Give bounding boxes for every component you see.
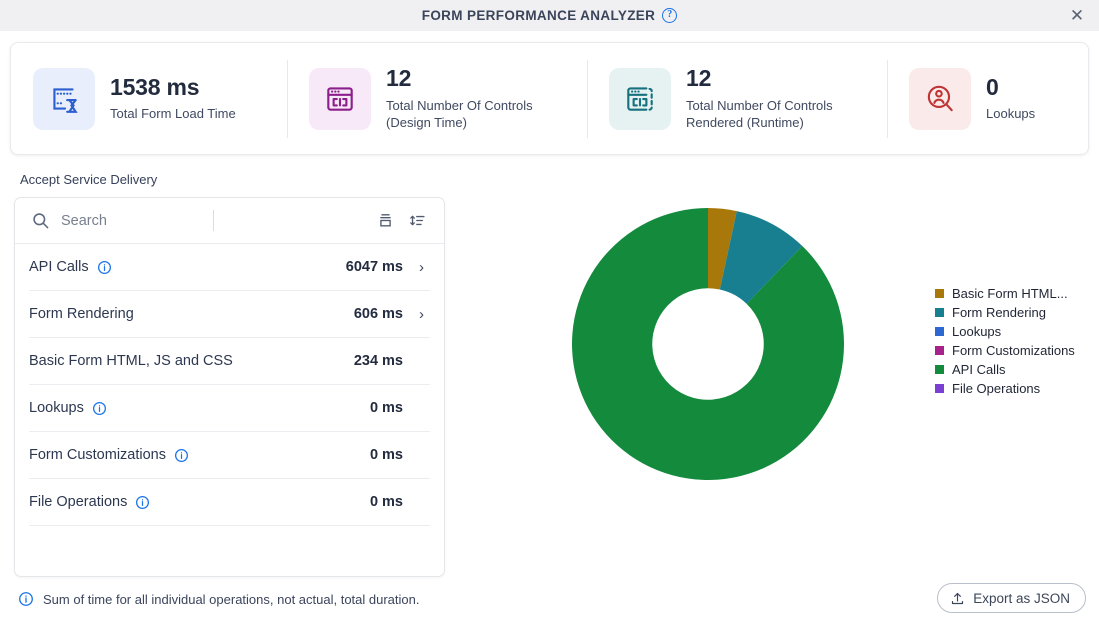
- stat-label: Lookups: [986, 106, 1036, 122]
- controls-runtime-icon-container: [609, 67, 671, 130]
- stat-total-controls-runtime: 12 Total Number Of Controls Rendered (Ru…: [587, 59, 887, 138]
- info-icon[interactable]: [135, 495, 150, 510]
- legend-item[interactable]: Form Rendering: [935, 304, 1075, 321]
- stat-text: 12 Total Number Of Controls Rendered (Ru…: [686, 64, 858, 131]
- window-titlebar: FORM PERFORMANCE ANALYZER ? ✕: [0, 0, 1099, 31]
- stat-value: 1538 ms: [110, 73, 200, 100]
- row-value: 606 ms: [353, 306, 403, 322]
- legend-swatch: [935, 289, 944, 298]
- export-as-json-button[interactable]: Export as JSON: [937, 583, 1086, 613]
- legend-swatch: [935, 365, 944, 374]
- chart-legend: Basic Form HTML... Form Rendering Lookups F…: [935, 285, 1075, 397]
- info-icon: [19, 592, 33, 606]
- table-row[interactable]: Form Rendering 606 ms ›: [29, 291, 430, 338]
- row-value: 6047 ms: [345, 259, 403, 275]
- export-button-label: Export as JSON: [973, 590, 1070, 606]
- form-performance-analyzer-window: FORM PERFORMANCE ANALYZER ? ✕ 1538 ms To…: [0, 0, 1099, 629]
- sort-icon[interactable]: [404, 208, 430, 234]
- info-icon[interactable]: [97, 260, 112, 275]
- row-label: API Calls: [29, 259, 89, 275]
- table-row[interactable]: File Operations 0 ms ›: [29, 479, 430, 526]
- toolbar-divider: [213, 210, 214, 231]
- info-icon[interactable]: [174, 448, 189, 463]
- form-load-time-icon: [53, 87, 78, 113]
- analyzer-body: API Calls 6047 ms › Form Rendering 606 m…: [0, 187, 1099, 577]
- collapse-all-glyph: [379, 214, 391, 227]
- controls-runtime-icon: [627, 86, 653, 111]
- legend-label: Basic Form HTML...: [952, 286, 1068, 301]
- row-value: 0 ms: [369, 447, 403, 463]
- lookups-icon: [927, 85, 953, 111]
- table-row[interactable]: API Calls 6047 ms ›: [29, 244, 430, 291]
- stat-text: 0 Lookups: [986, 73, 1036, 123]
- help-circle-icon[interactable]: ?: [662, 8, 678, 23]
- row-value: 234 ms: [353, 353, 403, 369]
- legend-item[interactable]: File Operations: [935, 380, 1075, 397]
- table-row[interactable]: Form Customizations 0 ms ›: [29, 432, 430, 479]
- legend-swatch: [935, 327, 944, 336]
- legend-label: Form Customizations: [952, 343, 1075, 358]
- section-title: Accept Service Delivery: [20, 172, 158, 187]
- chevron-right-icon[interactable]: ›: [413, 306, 430, 323]
- row-value: 0 ms: [369, 400, 403, 416]
- lookups-icon-container: [909, 67, 971, 130]
- legend-label: Form Rendering: [952, 305, 1046, 320]
- info-icon[interactable]: [92, 401, 107, 416]
- stat-value: 12: [386, 64, 412, 91]
- search-icon: [33, 213, 49, 229]
- legend-item[interactable]: Basic Form HTML...: [935, 285, 1075, 302]
- row-label: Form Customizations: [29, 447, 166, 463]
- row-label: Basic Form HTML, JS and CSS: [29, 353, 233, 369]
- row-value: 0 ms: [369, 494, 403, 510]
- breakdown-rows: API Calls 6047 ms › Form Rendering 606 m…: [15, 244, 444, 576]
- sort-glyph: [409, 215, 425, 226]
- stat-total-controls-design-time: 12 Total Number Of Controls (Design Time…: [287, 59, 587, 138]
- chart-area: Basic Form HTML... Form Rendering Lookups F…: [445, 197, 1099, 577]
- table-row[interactable]: Lookups 0 ms ›: [29, 385, 430, 432]
- chevron-right-icon[interactable]: ›: [413, 259, 430, 276]
- summary-stats-card: 1538 ms Total Form Load Time 12 Total Nu…: [10, 42, 1089, 155]
- stat-label: Total Number Of Controls (Design Time): [386, 97, 533, 130]
- stat-label: Total Form Load Time: [110, 106, 236, 122]
- form-load-time-icon-container: [33, 67, 95, 130]
- performance-breakdown-panel: API Calls 6047 ms › Form Rendering 606 m…: [14, 197, 445, 577]
- row-label: File Operations: [29, 494, 128, 510]
- legend-swatch: [935, 346, 944, 355]
- search-input[interactable]: [61, 212, 205, 229]
- legend-item[interactable]: API Calls: [935, 361, 1075, 378]
- table-row[interactable]: Basic Form HTML, JS and CSS 234 ms ›: [29, 338, 430, 385]
- donut-slice[interactable]: [572, 208, 844, 480]
- collapse-all-icon[interactable]: [372, 208, 398, 234]
- controls-design-time-icon-container: [309, 67, 371, 130]
- upload-icon: [952, 592, 964, 604]
- donut-chart[interactable]: [570, 206, 846, 482]
- close-icon[interactable]: ✕: [1055, 0, 1099, 31]
- stat-value: 12: [686, 64, 712, 91]
- legend-swatch: [935, 384, 944, 393]
- stat-value: 0: [986, 73, 999, 100]
- footer: Sum of time for all individual operation…: [0, 583, 1099, 629]
- legend-item[interactable]: Form Customizations: [935, 342, 1075, 359]
- row-label: Form Rendering: [29, 306, 134, 322]
- stat-label: Total Number Of Controls Rendered (Runti…: [686, 97, 833, 130]
- stat-total-form-load-time: 1538 ms Total Form Load Time: [11, 60, 287, 138]
- footnote: Sum of time for all individual operation…: [18, 591, 420, 607]
- stat-text: 12 Total Number Of Controls (Design Time…: [386, 64, 558, 131]
- stat-text: 1538 ms Total Form Load Time: [110, 73, 236, 123]
- legend-label: API Calls: [952, 362, 1006, 377]
- search-toolbar: [15, 198, 444, 244]
- row-label: Lookups: [29, 400, 84, 416]
- page-title: FORM PERFORMANCE ANALYZER: [421, 8, 656, 23]
- legend-swatch: [935, 308, 944, 317]
- legend-item[interactable]: Lookups: [935, 323, 1075, 340]
- controls-design-time-icon: [327, 86, 353, 111]
- footnote-text: Sum of time for all individual operation…: [43, 591, 420, 607]
- stat-lookups: 0 Lookups: [887, 59, 1088, 138]
- legend-label: File Operations: [952, 381, 1041, 396]
- legend-label: Lookups: [952, 324, 1002, 339]
